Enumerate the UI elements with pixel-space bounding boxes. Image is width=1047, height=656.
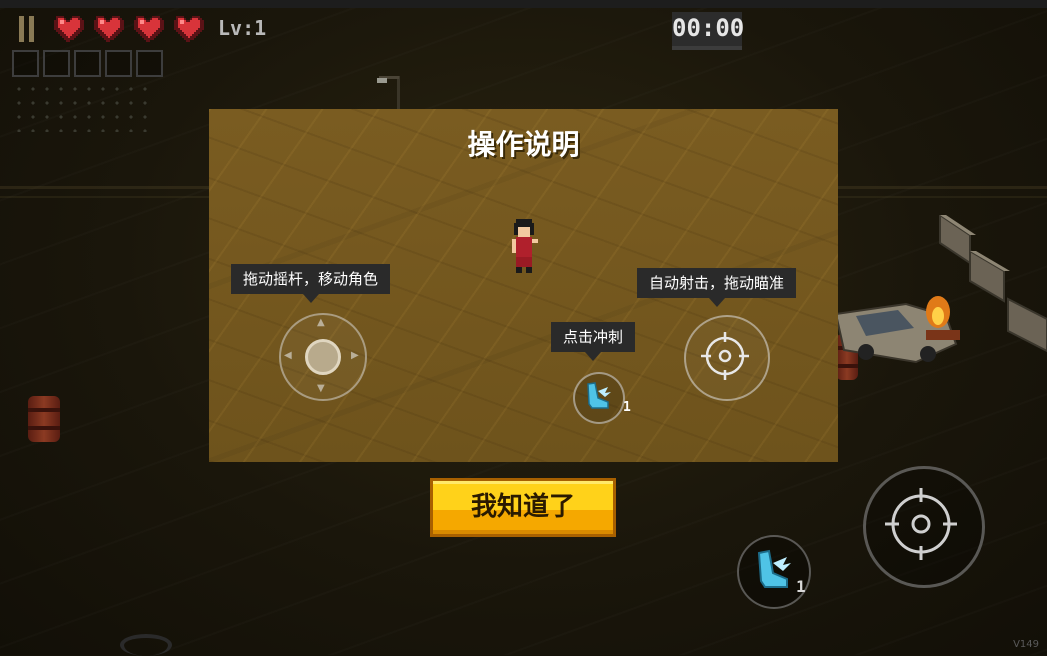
heart-icon <box>174 16 204 42</box>
crosshair-icon <box>701 332 749 380</box>
inventory-slot <box>105 50 132 77</box>
inventory-slot <box>43 50 70 77</box>
move-joystick[interactable]: ▲ ▼ ◀ ▶ <box>279 313 367 401</box>
level-indicator: Lv:1 <box>218 16 267 40</box>
tip-dash: 点击冲刺 <box>551 322 636 361</box>
version-label: V149 <box>1013 639 1039 650</box>
pause-icon-bar <box>19 16 24 42</box>
inventory-slot <box>12 50 39 77</box>
arrow-right-icon: ▶ <box>351 350 359 361</box>
barrel <box>28 396 60 442</box>
window-top-strip <box>0 0 1047 8</box>
inventory-slots <box>12 50 163 77</box>
heart-icon <box>94 16 124 42</box>
heart-icon <box>134 16 164 42</box>
aim-joystick[interactable] <box>863 466 985 588</box>
crosshair-icon <box>885 488 957 560</box>
aim-joystick-demo[interactable] <box>684 315 770 401</box>
dash-count: 1 <box>796 577 806 596</box>
dash-count-demo: 1 <box>623 400 631 415</box>
player-character <box>512 219 538 273</box>
inventory-slot <box>74 50 101 77</box>
dash-button-demo[interactable] <box>573 372 625 424</box>
inventory-slot <box>136 50 163 77</box>
pause-icon-bar <box>29 16 34 42</box>
tip-shoot: 自动射击，拖动瞄准 <box>637 268 797 307</box>
buff-slots <box>12 82 152 132</box>
health-hearts <box>52 14 204 44</box>
street-lamp <box>377 76 400 110</box>
joystick-icon <box>305 339 341 375</box>
wrecked-car <box>836 296 960 364</box>
tip-move: 拖动摇杆，移动角色 <box>231 264 391 303</box>
controls-tutorial-dialog: 操作说明 拖动摇杆，移动角色 ▲ ▼ ◀ ▶ 自动射击，拖动瞄准 点击冲刺 1 <box>209 109 838 462</box>
pause-button[interactable] <box>17 16 37 42</box>
tire <box>120 634 172 656</box>
game-timer: 00:00 <box>672 12 744 50</box>
dialog-title: 操作说明 <box>467 128 580 161</box>
got-it-button[interactable]: 我知道了 <box>430 478 616 537</box>
heart-icon <box>54 16 84 42</box>
arrow-left-icon: ◀ <box>284 350 292 361</box>
arrow-up-icon: ▲ <box>317 317 325 328</box>
dash-button[interactable] <box>737 535 811 609</box>
arrow-down-icon: ▼ <box>317 383 325 394</box>
winged-boot-icon <box>587 382 611 409</box>
